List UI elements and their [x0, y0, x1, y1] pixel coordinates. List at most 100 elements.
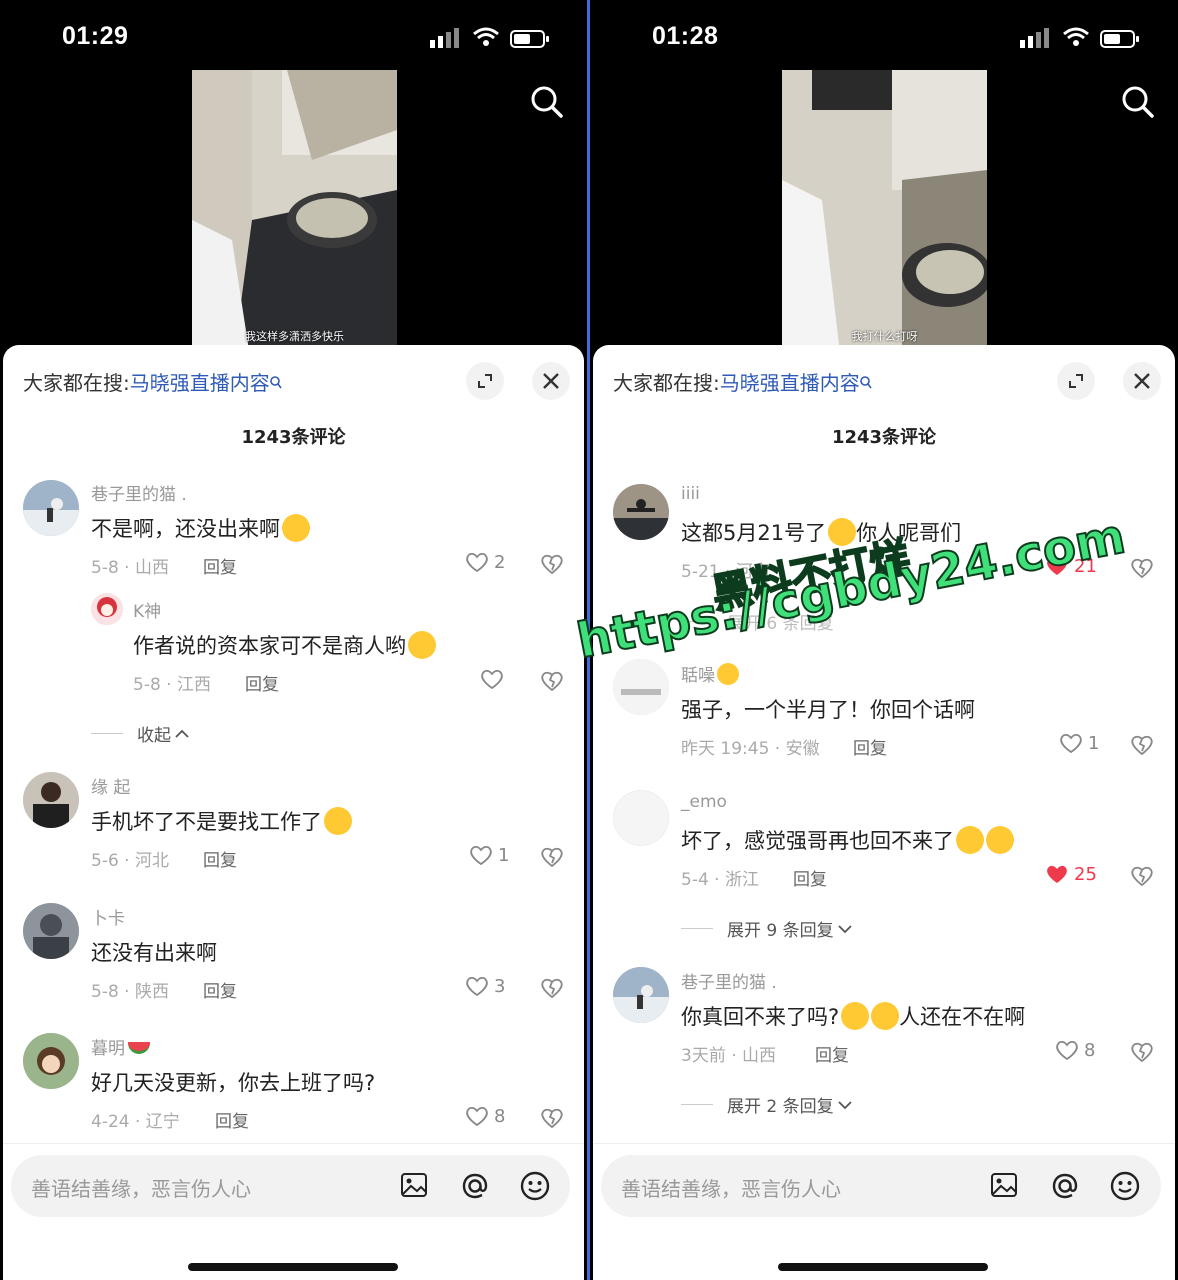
video-player[interactable]: 我这样多潇洒多快乐 [192, 70, 397, 370]
reply-button[interactable]: 回复 [203, 977, 237, 1002]
comment-text-content: 你真回不来了吗? [681, 1005, 840, 1029]
comment-username[interactable]: _emo [681, 792, 727, 812]
comment-username[interactable]: 缘 起 [91, 773, 130, 798]
home-indicator[interactable] [188, 1263, 398, 1271]
username-text: 暮明 [91, 1039, 125, 1059]
close-button[interactable] [1123, 362, 1161, 400]
dislike-icon[interactable] [540, 1106, 564, 1130]
divider-line [681, 928, 713, 929]
expand-button[interactable] [1057, 362, 1095, 400]
image-icon[interactable] [399, 1170, 429, 1200]
dislike-icon[interactable] [540, 669, 564, 693]
hot-search-prefix: 大家都在搜: [613, 371, 720, 395]
comment-meta: 5-4 · 浙江 [681, 870, 759, 890]
dislike-icon[interactable] [1130, 864, 1154, 888]
home-indicator[interactable] [778, 1263, 988, 1271]
like-button[interactable]: 25 [1045, 863, 1097, 885]
emoji-icon[interactable] [1109, 1170, 1141, 1202]
collapse-replies[interactable]: 收起 [91, 721, 189, 746]
expand-button[interactable] [466, 362, 504, 400]
avatar[interactable] [613, 790, 669, 846]
comments-sheet: 大家都在搜:马晓强直播内容 1243条评论 iiii 这都5月21号了 你人呢哥们… [593, 345, 1175, 1280]
reply-button[interactable]: 回复 [203, 553, 237, 578]
reply-button[interactable]: 回复 [245, 670, 279, 695]
expand-replies[interactable]: 展开 9 条回复 [681, 916, 852, 941]
avatar[interactable] [613, 484, 669, 540]
dislike-icon[interactable] [1130, 733, 1154, 757]
comment-input[interactable]: 善语结善缘，恶言伤人心 [601, 1155, 1161, 1217]
battery-icon [510, 30, 549, 48]
reply-button[interactable]: 回复 [203, 846, 237, 871]
heart-icon [481, 669, 503, 690]
status-icons [430, 26, 550, 52]
at-mention-icon[interactable] [1049, 1170, 1081, 1202]
expand-replies[interactable]: 展开 2 条回复 [681, 1092, 852, 1117]
dislike-icon[interactable] [540, 552, 564, 576]
avatar[interactable] [613, 967, 669, 1023]
comment-username[interactable]: iiii [681, 484, 700, 504]
avatar-image [91, 593, 123, 625]
emoji-icon[interactable] [519, 1170, 551, 1202]
wifi-icon [473, 27, 499, 46]
comment-username[interactable]: 聒噪 [681, 661, 739, 687]
expand-replies-label: 展开 9 条回复 [727, 921, 834, 941]
search-icon[interactable] [529, 84, 565, 120]
comment-text-content: 坏了，感觉强哥再也回不来了 [681, 829, 954, 853]
comment-username[interactable]: K神 [133, 597, 161, 622]
divider-line [91, 733, 123, 734]
comment-username[interactable]: 暮明 [91, 1034, 150, 1059]
search-icon[interactable] [1120, 84, 1156, 120]
hot-search-term[interactable]: 马晓强直播内容 [720, 371, 860, 395]
signal-icon [1020, 28, 1049, 48]
smile-emoji [956, 826, 984, 854]
reply-button[interactable]: 回复 [853, 734, 887, 759]
comment-username[interactable]: 卜卡 [91, 904, 125, 929]
small-search-icon [859, 376, 872, 389]
hot-search-bar[interactable]: 大家都在搜:马晓强直播内容 [613, 367, 872, 396]
comment-username[interactable]: 巷子里的猫 . [91, 480, 187, 505]
close-button[interactable] [532, 362, 570, 400]
comment-text: 强子，一个半月了！你回个话啊 [681, 698, 975, 722]
at-mention-icon[interactable] [459, 1170, 491, 1202]
like-button[interactable]: 1 [469, 844, 509, 866]
like-button[interactable]: 8 [1055, 1039, 1095, 1061]
comment-meta: 3天前 · 山西 [681, 1046, 777, 1066]
avatar[interactable] [23, 1033, 79, 1089]
avatar[interactable] [23, 903, 79, 959]
heart-icon [466, 552, 488, 573]
dislike-icon[interactable] [540, 976, 564, 1000]
heart-icon [466, 1106, 488, 1127]
image-icon[interactable] [989, 1170, 1019, 1200]
video-frame-kitchen [192, 70, 397, 370]
reply-button[interactable]: 回复 [793, 865, 827, 890]
like-button[interactable]: 8 [465, 1105, 505, 1127]
divider [3, 1143, 584, 1144]
like-button[interactable]: 2 [465, 551, 505, 573]
dislike-icon[interactable] [1130, 556, 1154, 580]
divider [593, 1143, 1175, 1144]
comment-text: 好几天没更新，你去上班了吗? [91, 1071, 376, 1095]
laugh-cry-emoji [324, 807, 352, 835]
close-icon [1134, 373, 1150, 389]
avatar[interactable] [613, 659, 669, 715]
comment-input[interactable]: 善语结善缘，恶言伤人心 [11, 1155, 570, 1217]
avatar[interactable] [23, 772, 79, 828]
hot-search-term[interactable]: 马晓强直播内容 [130, 371, 270, 395]
dislike-icon[interactable] [540, 845, 564, 869]
avatar-image [23, 480, 79, 536]
crying-emoji [986, 826, 1014, 854]
dislike-icon[interactable] [1130, 1040, 1154, 1064]
like-button[interactable] [480, 668, 504, 690]
like-button[interactable]: 1 [1059, 732, 1099, 754]
reply-button[interactable]: 回复 [815, 1041, 849, 1066]
like-button[interactable]: 3 [465, 975, 505, 997]
avatar[interactable] [91, 593, 123, 625]
avatar[interactable] [23, 480, 79, 536]
like-count: 2 [494, 551, 506, 573]
comment-username[interactable]: 巷子里的猫 . [681, 968, 777, 993]
close-icon [543, 373, 559, 389]
video-player[interactable]: 我打什么打呀 [782, 70, 987, 370]
hot-search-bar[interactable]: 大家都在搜:马晓强直播内容 [23, 367, 282, 396]
reply-button[interactable]: 回复 [215, 1107, 249, 1132]
expand-replies-label: 展开 2 条回复 [727, 1097, 834, 1117]
